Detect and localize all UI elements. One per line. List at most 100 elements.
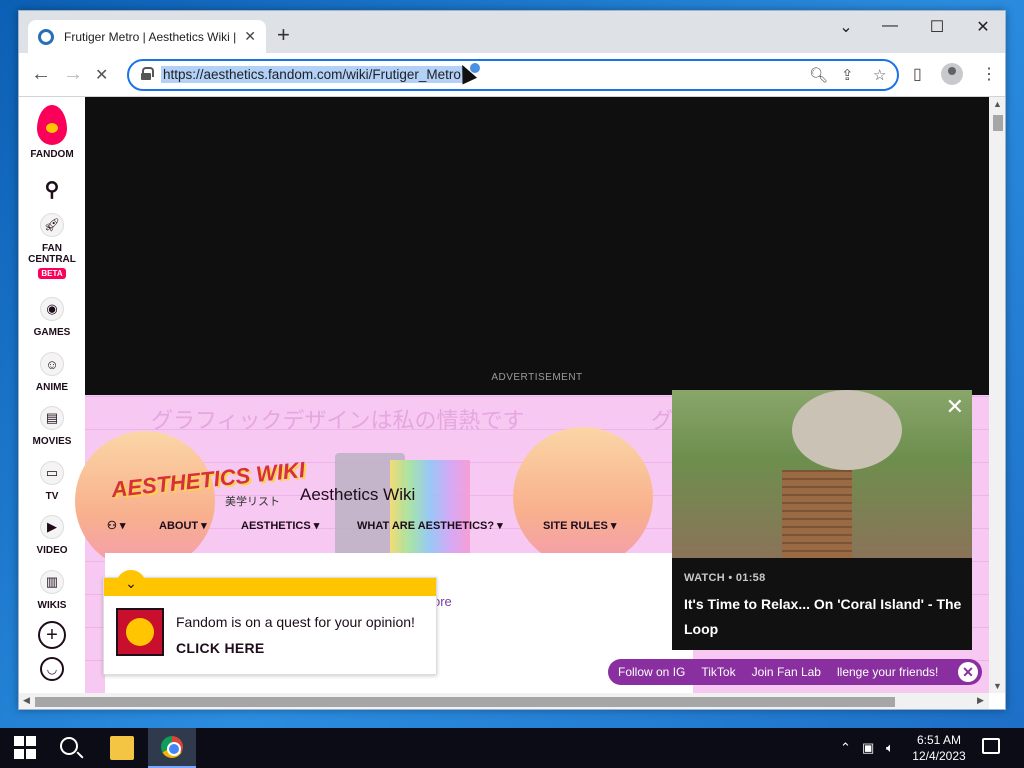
fan-lab-link[interactable]: Join Fan Lab — [752, 665, 821, 679]
menu-kebab-icon[interactable]: ⋮ — [981, 64, 997, 84]
play-icon: ▶ — [40, 515, 64, 539]
video-title[interactable]: It's Time to Relax... On 'Coral Island' … — [684, 592, 962, 642]
close-social-bar-icon[interactable]: ✕ — [958, 662, 978, 682]
scroll-up-icon[interactable]: ▲ — [993, 99, 1002, 109]
url-text[interactable]: https://aesthetics.fandom.com/wiki/Fruti… — [161, 66, 463, 83]
follow-ig-link[interactable]: Follow on IG — [618, 665, 685, 679]
browser-window: Frutiger Metro | Aesthetics Wiki | Fando… — [18, 10, 1006, 710]
sidebar-item-label: WIKIS — [37, 600, 67, 611]
global-search-button[interactable]: ⚲ — [19, 177, 85, 202]
vertical-scrollbar[interactable]: ▲ ▼ — [989, 97, 1005, 693]
thumbnail-plaza-graphic — [792, 390, 902, 470]
sidebar-item-fan-central[interactable]: 🚀︎ FAN CENTRAL BETA — [19, 213, 85, 279]
profile-avatar[interactable] — [941, 63, 963, 85]
windows-taskbar: ⌃ ▣ 🔈︎ 6:51 AM 12/4/2023 — [0, 728, 1024, 768]
sidebar-item-label: FAN CENTRAL — [28, 243, 76, 265]
tab-search-dropdown-icon[interactable]: ⌄ — [831, 17, 861, 37]
nav-label: SITE RULES — [543, 520, 608, 532]
clock-time: 6:51 AM — [916, 733, 962, 747]
notification-center-icon[interactable] — [982, 738, 1000, 754]
banner-japanese-text-2: グ — [651, 408, 674, 433]
scroll-left-icon[interactable]: ◀ — [23, 695, 30, 706]
user-account-button[interactable]: ◡ — [19, 657, 85, 681]
sidebar-item-label: VIDEO — [36, 545, 68, 556]
search-icon: ⚲ — [44, 179, 60, 201]
back-button[interactable]: ← — [31, 63, 51, 86]
side-panel-icon[interactable]: ▯ — [913, 64, 922, 84]
forward-button[interactable]: → — [63, 63, 83, 86]
advertisement-slot[interactable] — [85, 97, 989, 361]
sidebar-item-movies[interactable]: ▤ MOVIES — [19, 406, 85, 447]
sidebar-item-games[interactable]: ◉ GAMES — [19, 297, 85, 338]
chevron-down-icon[interactable]: ⌄ — [116, 570, 146, 596]
fandom-brand-label: FANDOM — [30, 149, 74, 160]
sidebar-item-label: GAMES — [33, 327, 71, 338]
zoom-search-icon[interactable]: 🔍︎ — [809, 66, 828, 84]
tab-close-icon[interactable]: ✕ — [244, 28, 256, 45]
book-icon: ▥ — [40, 570, 64, 594]
network-icon[interactable]: ▣ — [862, 740, 874, 756]
taskbar-search-icon[interactable] — [60, 737, 78, 755]
minimize-button[interactable]: — — [875, 17, 905, 35]
tv-icon: ▭ — [40, 461, 64, 485]
horizontal-scrollbar[interactable]: ◀ ▶ — [19, 693, 989, 709]
fandom-logo[interactable]: FANDOM — [19, 105, 85, 160]
video-player-popup[interactable]: ✕ WATCH • 01:58 It's Time to Relax... On… — [672, 390, 972, 650]
video-thumbnail[interactable] — [672, 390, 972, 558]
survey-click-here-button[interactable]: CLICK HERE — [176, 640, 265, 656]
new-tab-button[interactable]: + — [277, 24, 290, 46]
survey-illustration — [116, 608, 164, 656]
show-hidden-icons-chevron-icon[interactable]: ⌃ — [840, 740, 851, 756]
sunset-graphic — [513, 427, 653, 567]
wiki-logo-subtitle: 美学リスト — [225, 496, 280, 508]
nav-label: AESTHETICS — [241, 520, 311, 532]
wiki-nav-about[interactable]: ABOUT ▾ — [159, 519, 207, 532]
scroll-down-icon[interactable]: ▼ — [993, 681, 1002, 691]
tab-active[interactable]: Frutiger Metro | Aesthetics Wiki | Fando… — [28, 20, 266, 53]
sidebar-item-label: MOVIES — [32, 436, 72, 447]
wiki-nav-what-are-aesthetics[interactable]: WHAT ARE AESTHETICS? ▾ — [357, 519, 503, 532]
file-explorer-icon[interactable] — [110, 736, 134, 760]
sidebar-item-anime[interactable]: ☺ ANIME — [19, 352, 85, 393]
sidebar-item-wikis[interactable]: ▥ WIKIS — [19, 570, 85, 611]
wiki-name[interactable]: Aesthetics Wiki — [300, 485, 415, 505]
wiki-nav-explore[interactable]: ⚇ ▾ — [107, 519, 125, 532]
lock-icon[interactable] — [141, 67, 154, 80]
video-meta: WATCH • 01:58 — [684, 572, 766, 584]
share-icon[interactable]: ⇪ — [841, 66, 854, 84]
tab-strip: Frutiger Metro | Aesthetics Wiki | Fando… — [19, 11, 1005, 53]
fandom-global-sidebar: FANDOM ⚲ 🚀︎ FAN CENTRAL BETA ◉ GAMES ☺ A… — [19, 97, 85, 693]
wiki-nav-aesthetics[interactable]: AESTHETICS ▾ — [241, 519, 319, 532]
film-icon: ▤ — [40, 406, 64, 430]
fandom-flame-icon — [37, 105, 67, 145]
close-video-icon[interactable]: ✕ — [946, 396, 964, 418]
scroll-right-icon[interactable]: ▶ — [977, 695, 984, 706]
web-page: FANDOM ⚲ 🚀︎ FAN CENTRAL BETA ◉ GAMES ☺ A… — [19, 97, 989, 693]
wiki-nav-site-rules[interactable]: SITE RULES ▾ — [543, 519, 616, 532]
nav-label: WHAT ARE AESTHETICS? — [357, 520, 495, 532]
chrome-taskbar-button[interactable] — [148, 728, 196, 768]
maximize-button[interactable]: ☐ — [922, 17, 952, 37]
thumbnail-path-graphic — [782, 470, 852, 558]
sidebar-item-video[interactable]: ▶ VIDEO — [19, 515, 85, 556]
taskbar-clock[interactable]: 6:51 AM 12/4/2023 — [906, 732, 972, 764]
chrome-icon — [161, 736, 183, 758]
tab-title: Frutiger Metro | Aesthetics Wiki | Fando… — [64, 29, 237, 44]
bookmark-star-icon[interactable]: ☆ — [873, 66, 886, 84]
sunset-graphic — [75, 431, 215, 571]
volume-muted-icon[interactable]: 🔈︎ — [886, 740, 894, 756]
loading-spinner-icon[interactable]: ✕ — [95, 65, 108, 85]
horizontal-scroll-thumb[interactable] — [35, 697, 895, 707]
windows-start-icon[interactable] — [14, 736, 38, 760]
tiktok-link[interactable]: TikTok — [701, 665, 735, 679]
vertical-scroll-thumb[interactable] — [993, 115, 1003, 131]
close-window-button[interactable]: ✕ — [968, 17, 998, 37]
address-bar[interactable]: https://aesthetics.fandom.com/wiki/Fruti… — [127, 59, 899, 91]
survey-popup-band — [104, 578, 436, 596]
challenge-link[interactable]: llenge your friends! — [837, 665, 938, 679]
survey-popup[interactable]: ⌄ Fandom is on a quest for your opinion!… — [103, 570, 437, 675]
create-wiki-button[interactable]: + — [19, 621, 85, 649]
survey-message: Fandom is on a quest for your opinion! — [176, 614, 415, 630]
banner-japanese-text: グラフィックデザインは私の情熱です — [151, 408, 525, 433]
user-icon: ◡ — [40, 657, 64, 681]
